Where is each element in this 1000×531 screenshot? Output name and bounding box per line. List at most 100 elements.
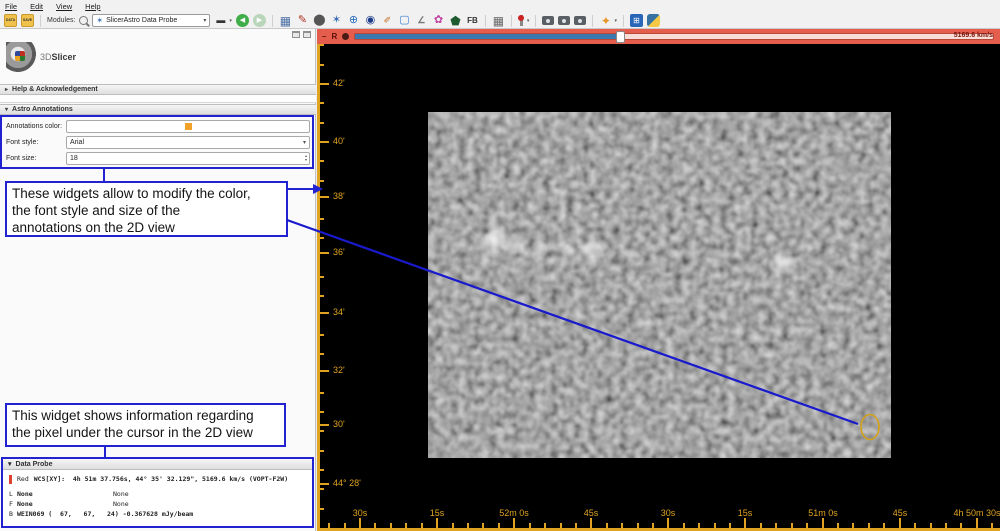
annotations-color-button[interactable]: [66, 119, 310, 133]
x-axis-tick-label: 15s: [737, 508, 753, 518]
probe-wcs-line: Red WCS[XY]: 4h 51m 37.756s, 44° 35' 32.…: [9, 474, 312, 484]
annotation-note-widgets: These widgets allow to modify the color,…: [5, 181, 288, 237]
slice-offset-value: 5169.6 km/s: [953, 32, 993, 39]
y-axis-tick-label: 40': [333, 136, 345, 146]
module-selector[interactable]: ✶ SlicerAstro Data Probe ▾: [92, 14, 211, 27]
menu-edit[interactable]: Edit: [30, 2, 43, 11]
layout-icon[interactable]: ▦: [279, 14, 292, 27]
spinner-arrows[interactable]: ▴ ▾: [305, 154, 307, 162]
add-data-icon[interactable]: DATA: [4, 14, 17, 27]
red-slice-view: – R 5169.6 km/s 42' 40' 38' 36' 34' 32' …: [317, 29, 1000, 531]
x-axis-tick-label: 51m 0s: [808, 508, 838, 518]
pin-icon[interactable]: [342, 33, 350, 40]
x-axis-tick-label: 30s: [660, 508, 676, 518]
chevron-down-icon: ▾: [8, 461, 12, 468]
slider-handle[interactable]: [615, 31, 625, 43]
y-axis-tick-label: 38': [333, 191, 345, 201]
save-data-icon[interactable]: SAVE: [21, 14, 34, 27]
slicer-logo: 3DSlicer: [6, 42, 76, 72]
probe-row-label: L None None: [9, 490, 129, 498]
x-axis-tick-label: 45s: [583, 508, 599, 518]
font-size-spinbox[interactable]: 18 ▴ ▾: [66, 151, 310, 165]
declination-axis-line: [317, 44, 320, 531]
module-search-icon[interactable]: [79, 16, 89, 25]
y-axis-tick-label: 36': [333, 247, 345, 257]
shield-icon[interactable]: ⬟: [449, 14, 462, 27]
module-icon: ✶: [96, 16, 104, 25]
x-axis-tick-label: 52m 0s: [499, 508, 529, 518]
toolbar-separator: [510, 14, 512, 27]
toolbar-separator: [484, 14, 486, 27]
panel-undock-icon[interactable]: [292, 31, 300, 38]
collapse-controller-button[interactable]: –: [322, 32, 326, 41]
models-icon[interactable]: ⬤: [313, 14, 326, 27]
table-icon[interactable]: ▦: [492, 14, 505, 27]
font-style-combobox[interactable]: Arial ▾: [66, 135, 310, 149]
extensions-star-icon[interactable]: ✦: [599, 14, 612, 27]
view-label: R: [331, 32, 338, 41]
chevron-down-icon: ▾: [5, 107, 9, 113]
crop-icon[interactable]: ▢: [398, 14, 411, 27]
telescope-icon[interactable]: ✶: [330, 14, 343, 27]
right-ascension-axis-line: [317, 528, 1000, 531]
y-axis-tick-label: 30': [333, 419, 345, 429]
collapsed-section-strip: [0, 95, 316, 103]
ruler-icon[interactable]: ∠: [415, 14, 428, 27]
volumes-icon[interactable]: ◉: [364, 14, 377, 27]
main-toolbar: DATA SAVE Modules: ✶ SlicerAstro Data Pr…: [0, 13, 1000, 29]
menu-view[interactable]: View: [56, 2, 72, 11]
chevron-right-icon: ▸: [5, 87, 9, 93]
font-size-label: Font size:: [6, 154, 37, 162]
module-forward-icon[interactable]: ▶: [252, 14, 266, 27]
layer-name: Red: [17, 475, 29, 483]
red-layer-chip: [9, 474, 12, 484]
toolbar-separator: [592, 14, 594, 27]
section-help-acknowledgement[interactable]: ▸ Help & Acknowledgement: [0, 84, 316, 95]
chevron-down-icon: ▾: [614, 17, 617, 24]
x-axis-tick-label: 30s: [352, 508, 368, 518]
module-back-icon[interactable]: ◀: [235, 14, 249, 27]
toolbar-separator: [40, 14, 41, 27]
chevron-down-icon: ▾: [203, 18, 207, 24]
paint-icon[interactable]: ✐: [381, 14, 394, 27]
y-axis-tick-label: 34': [333, 307, 345, 317]
pen-icon[interactable]: ✎: [296, 14, 309, 27]
screenshot-icon[interactable]: [542, 16, 555, 25]
slice-offset-slider[interactable]: [354, 31, 994, 43]
panel-hide-icon[interactable]: [303, 31, 311, 38]
toolbar-separator: [622, 14, 624, 27]
module-selector-value: SlicerAstro Data Probe: [106, 17, 178, 24]
color-swatch: [184, 122, 192, 130]
toolbar-separator: [535, 14, 537, 27]
scene-restore-icon[interactable]: [574, 16, 587, 25]
extensions-manager-icon[interactable]: ⊞: [629, 14, 643, 27]
chevron-down-icon: ▾: [526, 17, 530, 24]
menu-help[interactable]: Help: [85, 2, 100, 11]
module-panel: 3DSlicer ▸ Help & Acknowledgement ▾ Astr…: [0, 29, 316, 531]
module-history-icon[interactable]: ▬: [214, 14, 227, 27]
axis-layer: 42' 40' 38' 36' 34' 32' 30' 44° 28' 30s …: [317, 44, 1000, 531]
astro-annotations-widgets: Annotations color: Font style: Arial ▾ F…: [0, 115, 314, 169]
x-axis-tick-label: 4h 50m 30s: [953, 508, 1000, 518]
slice-viewport[interactable]: 42' 40' 38' 36' 34' 32' 30' 44° 28' 30s …: [317, 44, 1000, 531]
zoom-icon[interactable]: ⊕: [347, 14, 360, 27]
annotations-color-label: Annotations color:: [6, 122, 63, 130]
annotation-note-dataprobe: This widget shows information regarding …: [5, 403, 286, 447]
probe-row-background: B WEIN069 ( 67, 67, 24) -0.367628 mJy/be…: [9, 510, 194, 518]
menu-bar: File Edit View Help: [0, 0, 1000, 13]
chevron-down-icon: ▾: [302, 139, 306, 146]
y-axis-tick-label: 32': [333, 365, 345, 375]
marker-slider-icon[interactable]: [517, 15, 524, 26]
section-astro-annotations[interactable]: ▾ Astro Annotations: [0, 104, 316, 115]
chevron-down-icon: ▾: [229, 17, 232, 24]
python-icon[interactable]: [646, 14, 660, 27]
data-probe-panel: ▾ Data Probe Red WCS[XY]: 4h 51m 37.756s…: [1, 457, 314, 528]
toolbar-separator: [271, 14, 273, 27]
section-data-probe[interactable]: ▾ Data Probe: [3, 459, 312, 470]
slider-fill: [355, 34, 620, 39]
font-style-label: Font style:: [6, 138, 39, 146]
scene-capture-icon[interactable]: [558, 16, 571, 25]
modules-colorful-icon[interactable]: ✿: [432, 14, 445, 27]
menu-file[interactable]: File: [5, 2, 17, 11]
fb-icon[interactable]: FB: [466, 14, 479, 27]
